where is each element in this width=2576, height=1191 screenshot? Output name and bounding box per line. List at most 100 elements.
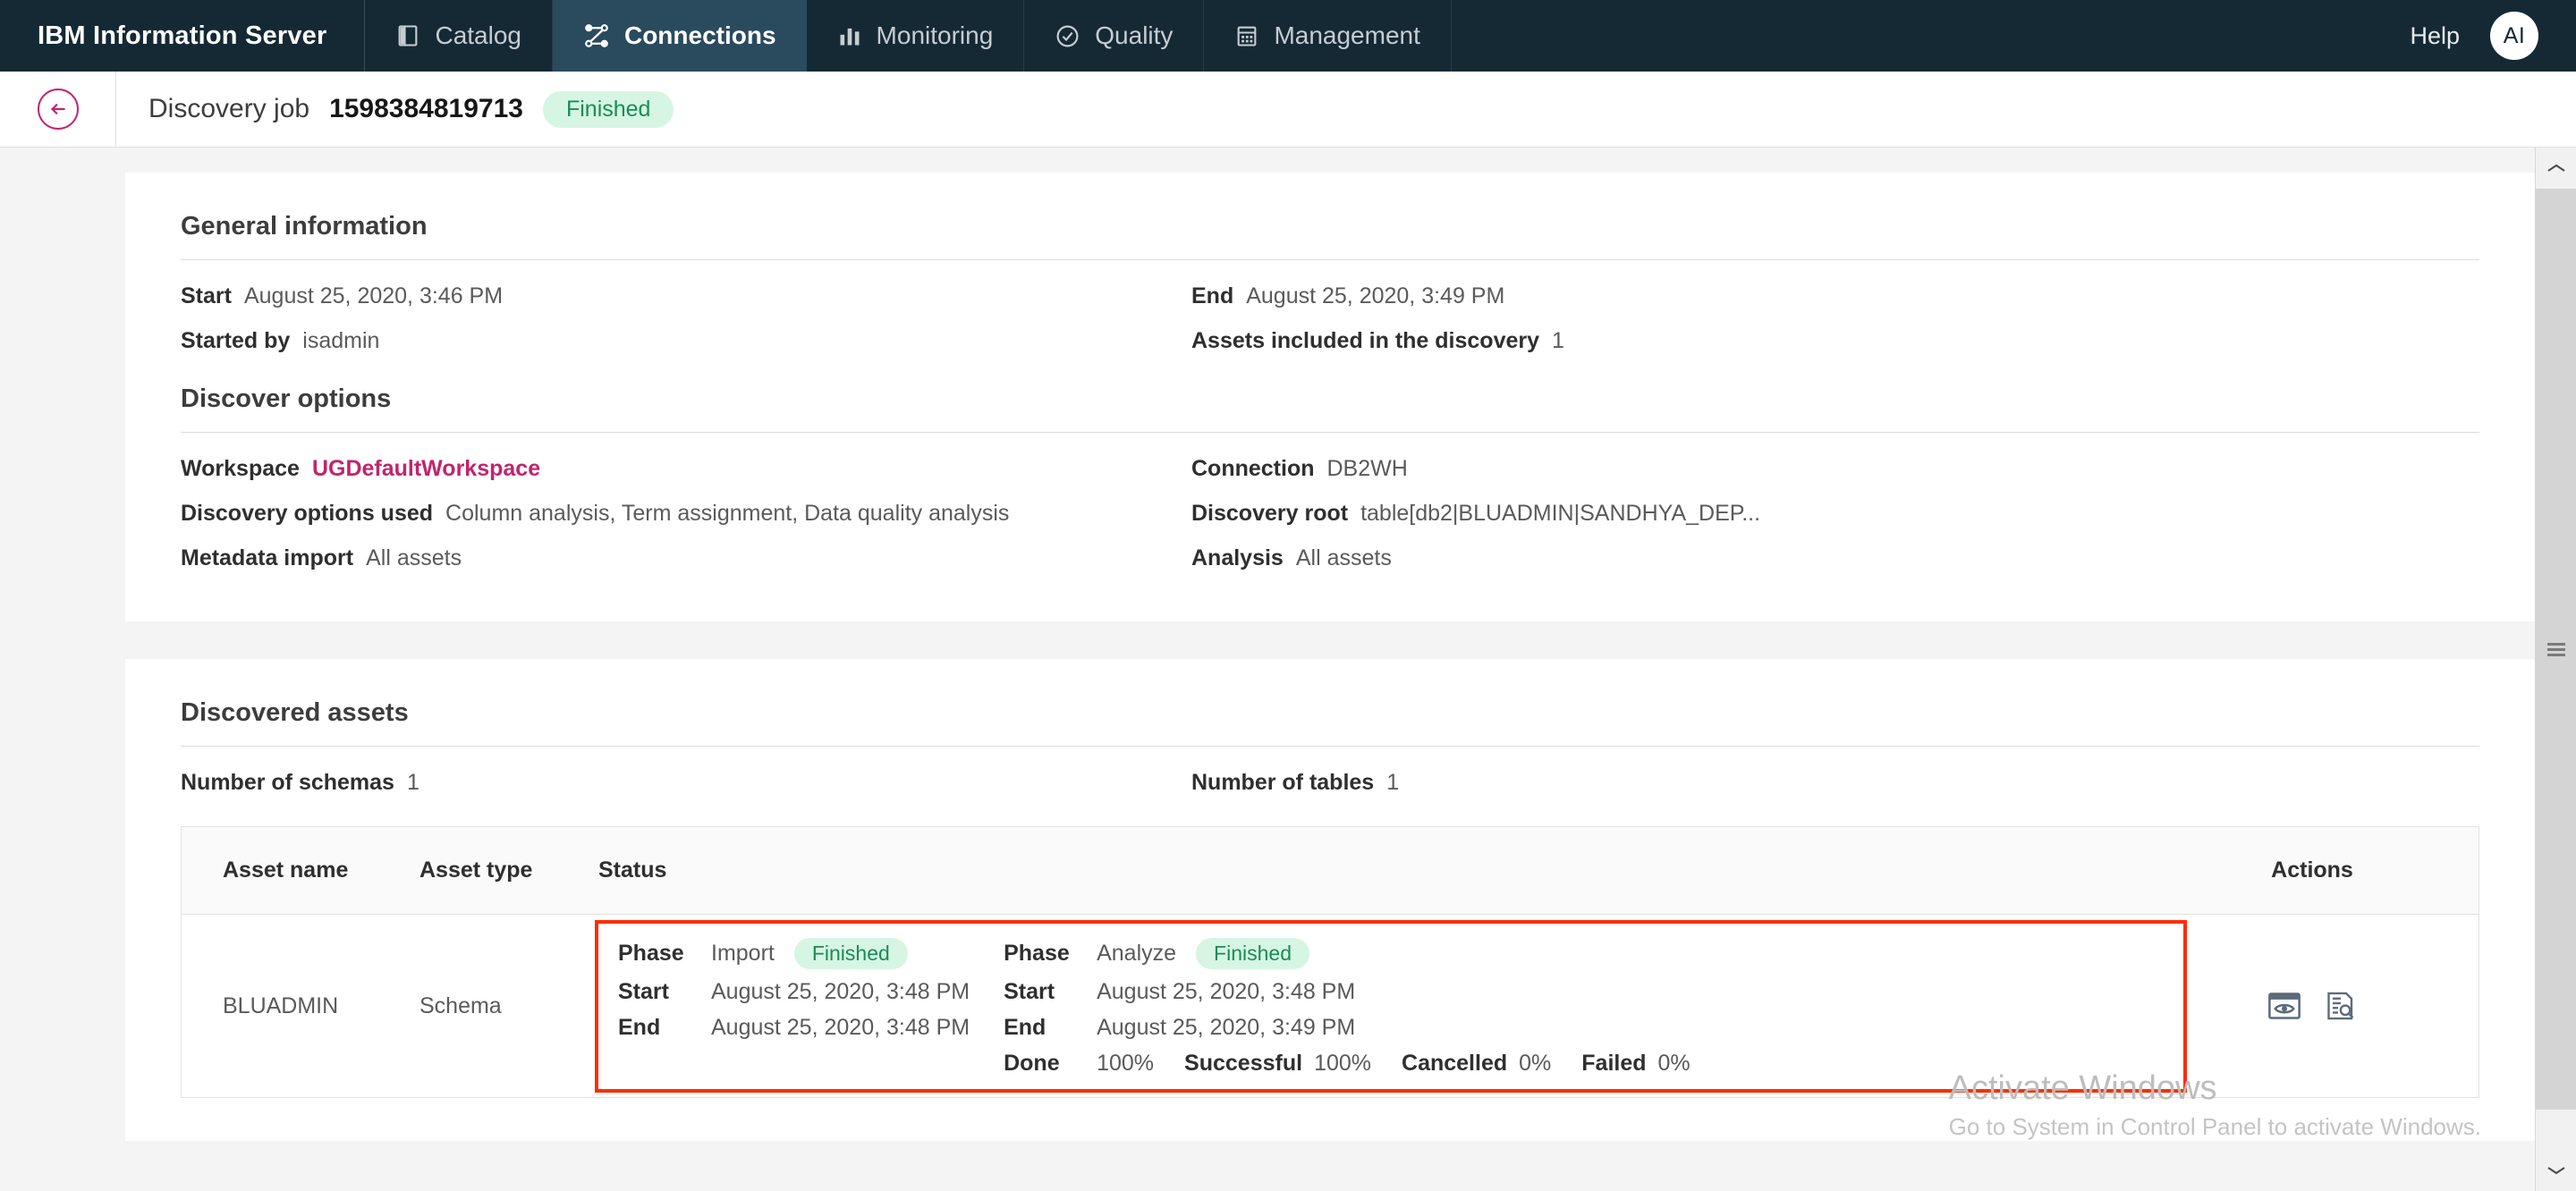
import-start-value: August 25, 2020, 3:48 PM [711,978,970,1004]
field-connection-value: DB2WH [1326,456,1408,481]
analyze-end-value: August 25, 2020, 3:49 PM [1097,1014,1356,1040]
nav-tab-monitoring-label: Monitoring [876,21,994,49]
field-started-by-label: Started by [181,328,291,353]
field-started-by-value: isadmin [302,328,380,353]
analyze-done-label: Done [1004,1050,1060,1076]
scroll-down-button[interactable] [2536,1150,2576,1191]
field-number-of-schemas-label: Number of schemas [181,770,394,795]
page-title-group: Discovery job 1598384819713 Finished [116,72,674,147]
field-end-label: End [1191,283,1234,308]
preview-eye-icon[interactable] [2267,992,2301,1020]
field-metadata-import-value: All assets [366,545,462,570]
check-circle-icon [1055,23,1080,49]
import-phase-row: Phase Import Finished [618,937,970,969]
cell-asset-name: BLUADMIN [223,992,339,1018]
divider [181,259,2479,260]
nav-tab-quality-label: Quality [1095,21,1174,49]
import-end-row: End August 25, 2020, 3:48 PM [618,1015,970,1041]
document-search-icon[interactable] [2325,991,2357,1021]
card-spacer [125,621,2535,659]
page-content: General information Start August 25, 202… [0,148,2535,1191]
field-workspace-value[interactable]: UGDefaultWorkspace [312,456,540,482]
analyze-cancelled-pair: Cancelled 0% [1402,1051,1551,1077]
field-discovery-root: Discovery root table[db2|BLUADMIN|SANDHY… [1191,501,2479,527]
nav-tab-connections[interactable]: Connections [552,0,807,72]
bar-chart-icon [837,23,862,48]
field-number-of-schemas-value: 1 [406,770,419,795]
table-header-row: Asset name Asset type Status Actions [182,827,2479,915]
back-button[interactable] [0,72,116,147]
analyze-done-pair: 100% [1097,1051,1154,1077]
analyze-start-value: August 25, 2020, 3:48 PM [1097,978,1356,1004]
scrollbar-thumb[interactable] [2536,189,2576,1110]
field-start: Start August 25, 2020, 3:46 PM [181,283,1191,309]
field-discovery-options-used-value: Column analysis, Term assignment, Data q… [445,501,1010,526]
user-avatar[interactable]: AI [2490,12,2538,60]
nav-tab-management[interactable]: Management [1204,0,1452,72]
scrollbar-track[interactable] [2536,189,2576,1150]
nav-tab-monitoring[interactable]: Monitoring [807,0,1025,72]
discovered-assets-card: Discovered assets Number of schemas 1 Nu… [125,659,2535,1141]
field-start-label: Start [181,283,232,308]
general-information-fields: Start August 25, 2020, 3:46 PM End Augus… [181,283,2479,354]
help-link[interactable]: Help [2410,22,2460,50]
field-analysis-value: All assets [1295,545,1392,570]
page-title-prefix: Discovery job [148,94,310,123]
discovered-assets-title: Discovered assets [181,698,409,727]
scroll-up-button[interactable] [2536,148,2576,189]
field-end-value: August 25, 2020, 3:49 PM [1246,283,1505,308]
discover-options-title: Discover options [181,384,392,413]
analyze-end-label: End [1004,1014,1046,1040]
field-analysis-label: Analysis [1191,545,1284,570]
import-phase-value: Import [711,940,775,966]
field-discovery-root-value: table[db2|BLUADMIN|SANDHYA_DEP... [1360,501,1761,526]
status-highlight-box: Phase Import Finished Start August 25, 2… [595,919,2187,1093]
field-metadata-import: Metadata import All assets [181,545,1191,571]
analyze-successful-label: Successful [1184,1050,1303,1076]
field-assets-included-value: 1 [1552,328,1564,353]
analyze-phase-group: Phase Analyze Finished Start August 25, … [1004,937,1721,1077]
scroll-area: General information Start August 25, 202… [0,148,2576,1191]
job-status-badge: Finished [542,90,674,128]
analyze-failed-value: 0% [1657,1050,1690,1076]
table-row: BLUADMIN Schema Phase Import Finished St… [182,915,2479,1097]
analyze-cancelled-label: Cancelled [1402,1050,1508,1076]
column-header-asset-name: Asset name [223,857,349,883]
discovered-assets-table: Asset name Asset type Status Actions BLU… [181,826,2479,1098]
connections-icon [583,22,610,49]
book-icon [395,23,420,48]
field-number-of-tables-value: 1 [1386,770,1400,795]
discovered-assets-summary: Number of schemas 1 Number of tables 1 [181,770,2479,796]
nav-right-group: Help AI [2410,0,2576,72]
calendar-icon [1234,23,1259,48]
nav-tab-catalog[interactable]: Catalog [365,0,553,72]
scrollbar-grip-icon [2546,640,2565,659]
analyze-phase-label: Phase [1004,940,1070,966]
field-connection: Connection DB2WH [1191,456,2479,482]
analyze-phase-status-badge: Finished [1196,937,1309,969]
field-discovery-root-label: Discovery root [1191,501,1349,526]
field-assets-included: Assets included in the discovery 1 [1191,328,2479,354]
discover-options-fields: Workspace UGDefaultWorkspace Connection … [181,456,2479,571]
field-end: End August 25, 2020, 3:49 PM [1191,283,2479,309]
column-header-asset-type: Asset type [419,857,533,883]
nav-tab-quality[interactable]: Quality [1024,0,1205,72]
general-information-title: General information [181,212,428,241]
import-phase-label: Phase [618,940,684,966]
field-number-of-schemas: Number of schemas 1 [181,770,1191,796]
analyze-successful-pair: Successful 100% [1184,1051,1371,1077]
analyze-start-label: Start [1004,978,1055,1004]
import-phase-status-badge: Finished [793,937,908,969]
analyze-cancelled-value: 0% [1519,1050,1552,1076]
divider [181,432,2479,433]
top-navigation-bar: IBM Information Server Catalog Connectio… [0,0,2576,72]
nav-tabs: Catalog Connections Monitoring Quality M… [365,0,1452,72]
field-workspace-label: Workspace [181,456,300,481]
divider [181,746,2479,747]
field-discovery-options-used: Discovery options used Column analysis, … [181,501,1191,527]
analyze-successful-value: 100% [1314,1050,1372,1076]
analyze-failed-pair: Failed 0% [1581,1051,1690,1077]
nav-tab-management-label: Management [1274,21,1420,49]
field-number-of-tables-label: Number of tables [1191,770,1375,795]
vertical-scrollbar[interactable] [2535,148,2576,1191]
